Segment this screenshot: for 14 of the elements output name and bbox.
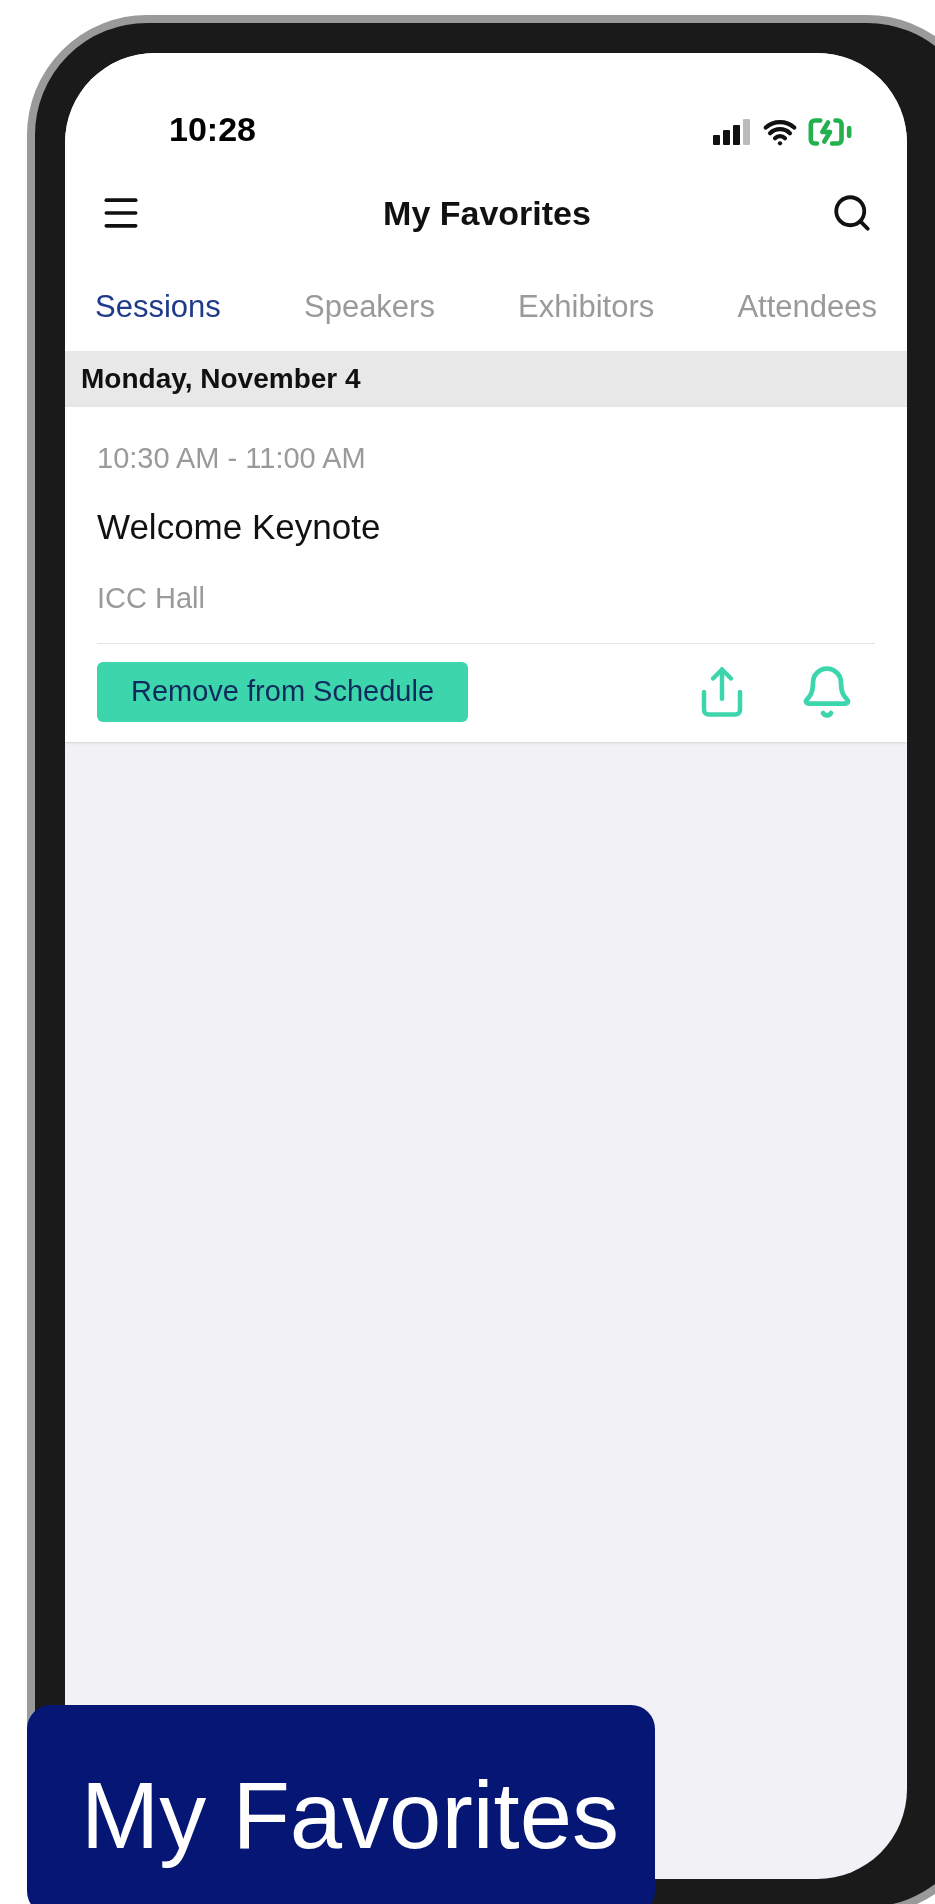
session-location: ICC Hall xyxy=(97,581,206,616)
header-title: My Favorites xyxy=(383,192,591,234)
status-time: 10:28 xyxy=(169,109,256,150)
session-title: Welcome Keynote xyxy=(97,505,382,548)
search-button[interactable] xyxy=(831,192,873,234)
tab[interactable]: Speakers xyxy=(303,283,435,331)
date-header: Monday, November 4 xyxy=(65,351,907,407)
caption-label: My Favorites xyxy=(27,1705,655,1904)
signal-icon xyxy=(713,119,753,145)
tab[interactable]: Exhibitors xyxy=(518,283,655,331)
session-time: 10:30 AM - 11:00 AM xyxy=(97,441,367,476)
tab[interactable]: Sessions xyxy=(95,283,221,331)
tab[interactable]: Attendees xyxy=(737,283,877,331)
remove-button[interactable]: Remove from Schedule xyxy=(97,661,469,722)
